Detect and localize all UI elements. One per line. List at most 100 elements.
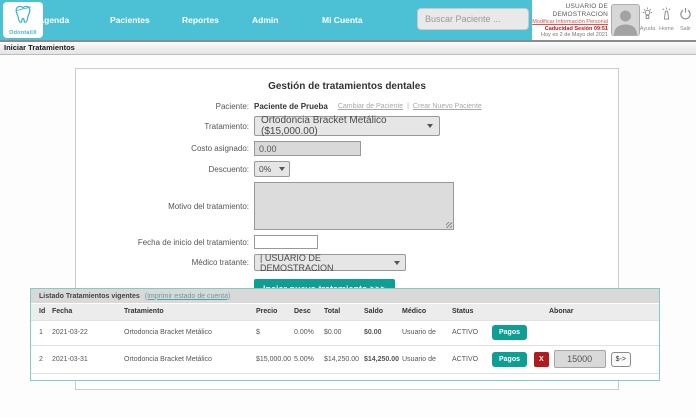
doctor-select-value: | USUARIO DE DEMOSTRACION <box>260 253 389 273</box>
user-name-line1: USUARIO DE <box>532 3 608 11</box>
app-logo[interactable]: OdontaliX <box>3 2 43 38</box>
session-expiry-label: Caducidad Sesión 09:51 <box>532 26 608 33</box>
abonar-submit-button[interactable]: $-> <box>611 352 631 367</box>
cell-desc: 0.00% <box>291 320 321 345</box>
start-date-label: Fecha de inicio del tratamiento: <box>76 238 254 247</box>
patient-row: Paciente: Paciente de Prueba Cambiar de … <box>76 102 618 111</box>
discount-select-value: 0% <box>259 164 271 174</box>
cell-precio: $ <box>253 320 291 345</box>
modify-personal-info-link[interactable]: Modificar Información Personal <box>532 19 608 26</box>
nav-item-mi-cuenta[interactable]: Mi Cuenta <box>322 15 363 25</box>
user-name-line2: DEMOSTRACION <box>532 11 608 19</box>
home-label: Home <box>657 26 676 32</box>
treatments-table: Id Fecha Tratamiento Precio Desc Total S… <box>31 304 659 380</box>
nav-item-agenda[interactable]: Agenda <box>38 15 69 25</box>
treatment-row: Tratamiento: Ortodoncia Bracket Metálico… <box>76 116 618 136</box>
treatment-select[interactable]: Ortodoncia Bracket Metálico ($15,000.00) <box>254 116 440 136</box>
pagos-button[interactable]: Pagos <box>492 325 527 340</box>
home-button[interactable]: Home <box>657 7 676 32</box>
patient-name: Paciente de Prueba <box>254 102 328 111</box>
col-tratamiento: Tratamiento <box>121 304 253 320</box>
cell-precio: $15,000.00 <box>253 345 291 373</box>
cell-total: $0.00 <box>321 320 361 345</box>
breadcrumb: Iniciar Tratamientos <box>0 40 696 55</box>
top-navbar: OdontaliX Agenda Pacientes Reportes Admi… <box>0 0 696 40</box>
cost-row: Costo asignado: <box>76 141 618 156</box>
nav-item-admin[interactable]: Admin <box>252 15 278 25</box>
cell-total: $14,250.00 <box>321 345 361 373</box>
table-header-row: Id Fecha Tratamiento Precio Desc Total S… <box>31 304 659 320</box>
user-panel: USUARIO DE DEMOSTRACION Modificar Inform… <box>532 0 696 40</box>
current-date-label: Hoy es 2 de Mayo del 2021 <box>532 32 608 39</box>
reason-textarea[interactable] <box>254 182 454 230</box>
reason-label: Motivo del tratamiento: <box>76 202 254 211</box>
logout-button[interactable]: Salir <box>676 7 695 32</box>
cost-label: Costo asignado: <box>76 144 254 153</box>
discount-row: Descuento: 0% <box>76 161 618 177</box>
patient-search-input[interactable] <box>417 8 529 30</box>
screen: OdontaliX Agenda Pacientes Reportes Admi… <box>0 0 696 417</box>
chevron-down-icon <box>394 261 400 265</box>
patient-label: Paciente: <box>76 102 254 111</box>
cell-id: 2 <box>31 345 49 373</box>
cell-fecha: 2021-03-31 <box>49 345 121 373</box>
help-lamp-icon <box>641 7 654 20</box>
help-label: Ayuda <box>638 26 657 32</box>
delete-button[interactable]: X <box>534 352 549 367</box>
reason-row: Motivo del tratamiento: <box>76 182 618 230</box>
col-saldo: Saldo <box>361 304 399 320</box>
col-abonar: Abonar <box>531 304 659 320</box>
logo-text: OdontaliX <box>3 30 43 36</box>
create-patient-link[interactable]: Crear Nuevo Paciente <box>413 103 482 110</box>
discount-select[interactable]: 0% <box>254 161 290 177</box>
table-row: 2 2021-03-31 Ortodoncia Bracket Metálico… <box>31 345 659 373</box>
nav-item-reportes[interactable]: Reportes <box>182 15 219 25</box>
col-medico: Médico <box>399 304 449 320</box>
table-row: 1 2021-03-22 Ortodoncia Bracket Metálico… <box>31 320 659 345</box>
print-account-link[interactable]: (Imprimir estado de cuenta) <box>145 293 231 300</box>
treatment-select-value: Ortodoncia Bracket Metálico ($15,000.00) <box>261 115 422 137</box>
nav-item-pacientes[interactable]: Pacientes <box>110 15 150 25</box>
tooth-icon <box>12 4 34 25</box>
doctor-label: Médico tratante: <box>76 258 254 267</box>
change-patient-link[interactable]: Cambiar de Paciente <box>338 103 403 110</box>
pagos-button[interactable]: Pagos <box>492 352 527 367</box>
doctor-select[interactable]: | USUARIO DE DEMOSTRACION <box>254 254 406 271</box>
assigned-cost-input[interactable] <box>254 141 361 156</box>
col-desc: Desc <box>291 304 321 320</box>
col-precio: Precio <box>253 304 291 320</box>
power-icon <box>679 7 692 20</box>
table-title-bar: Listado Tratamientos vigentes (Imprimir … <box>31 289 659 304</box>
help-button[interactable]: Ayuda <box>638 7 657 32</box>
link-separator: | <box>407 103 409 110</box>
home-beacon-icon <box>660 7 673 20</box>
start-date-input[interactable] <box>254 235 318 249</box>
treatment-label: Tratamiento: <box>76 122 254 131</box>
abonar-controls: X $-> <box>534 350 656 368</box>
cell-saldo: $14,250.00 <box>361 345 399 373</box>
page-title: Gestión de tratamientos dentales <box>76 81 618 92</box>
col-status: Status <box>449 304 489 320</box>
abonar-input[interactable] <box>554 350 606 368</box>
cell-id: 1 <box>31 320 49 345</box>
col-fecha: Fecha <box>49 304 121 320</box>
cell-desc: 5.00% <box>291 345 321 373</box>
cell-tratamiento: Ortodoncia Bracket Metálico <box>121 320 253 345</box>
col-pagos <box>489 304 531 320</box>
cell-tratamiento: Ortodoncia Bracket Metálico <box>121 345 253 373</box>
chevron-down-icon <box>427 124 433 128</box>
cell-saldo: $0.00 <box>361 320 399 345</box>
doctor-row: Médico tratante: | USUARIO DE DEMOSTRACI… <box>76 254 618 271</box>
logout-label: Salir <box>676 26 695 32</box>
avatar[interactable] <box>611 4 640 36</box>
cell-status: ACTIVO <box>449 320 489 345</box>
user-info-block: USUARIO DE DEMOSTRACION Modificar Inform… <box>532 3 608 39</box>
resize-handle[interactable] <box>446 222 452 228</box>
cell-medico: Usuario de <box>399 345 449 373</box>
chevron-down-icon <box>279 167 285 171</box>
start-date-row: Fecha de inicio del tratamiento: <box>76 235 618 249</box>
col-id: Id <box>31 304 49 320</box>
quick-actions: Ayuda Home Salir <box>638 7 695 32</box>
person-icon <box>612 5 639 35</box>
cell-status: ACTIVO <box>449 345 489 373</box>
